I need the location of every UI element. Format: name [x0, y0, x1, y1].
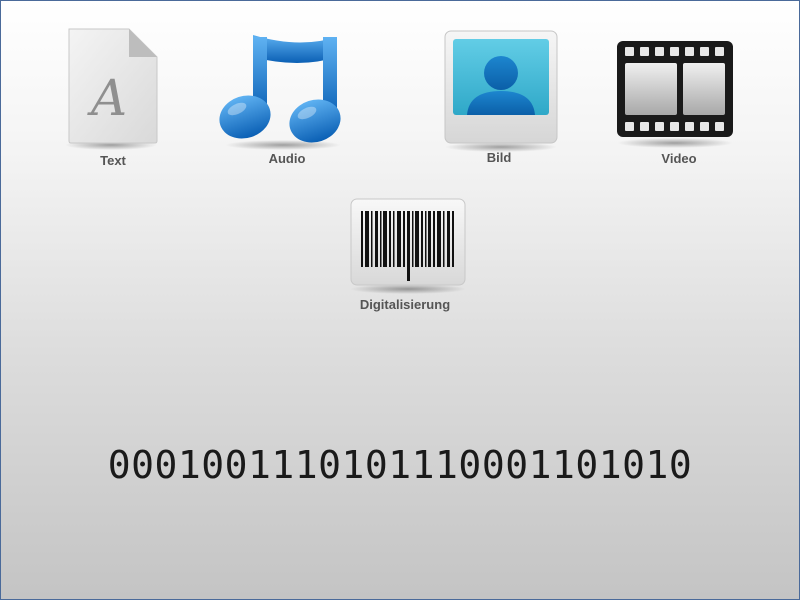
text-label: Text: [100, 153, 126, 168]
bild-item: [441, 29, 561, 153]
bild-label: Bild: [486, 150, 512, 165]
text-item: A: [63, 23, 163, 151]
slide: A Text Audio Bild Video Digitalisierung …: [0, 0, 800, 600]
audio-label: Audio: [268, 151, 306, 166]
digitalisierung-label: Digitalisierung: [359, 297, 451, 312]
film-strip-icon: [617, 41, 733, 148]
video-item: [613, 37, 737, 149]
person-image-icon: [444, 30, 558, 152]
text-document-icon: A: [65, 28, 158, 150]
svg-text:A: A: [87, 69, 127, 127]
barcode-icon: [350, 198, 466, 294]
music-note-icon: [219, 35, 341, 150]
digitalisierung-item: [347, 197, 469, 295]
binary-string: 0001001110101110001101010: [107, 443, 693, 487]
video-label: Video: [661, 151, 697, 166]
audio-item: [219, 25, 347, 151]
